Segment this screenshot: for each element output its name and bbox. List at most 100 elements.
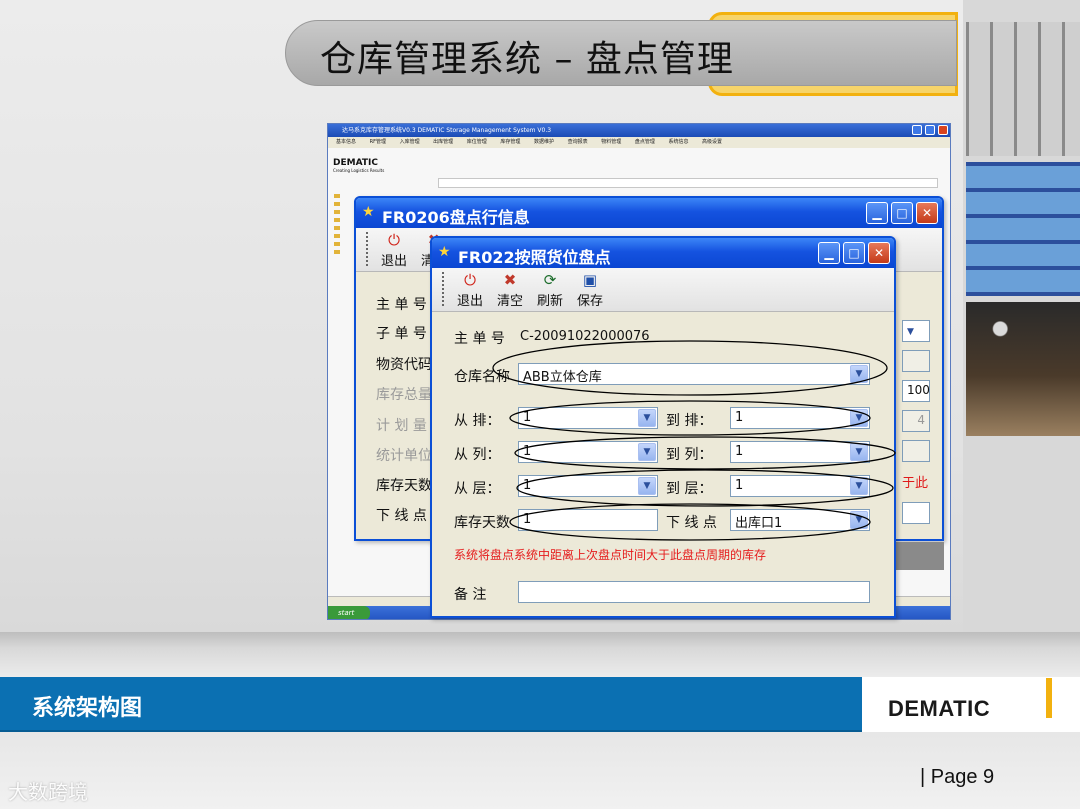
menu-item[interactable]: 基本信息 bbox=[336, 139, 356, 145]
chevron-down-icon: ▼ bbox=[907, 327, 914, 337]
label-unit: 统计单位 bbox=[376, 448, 432, 464]
menu-item[interactable]: RF管理 bbox=[370, 139, 386, 145]
toolbar-grip bbox=[442, 272, 444, 306]
label-from-col: 从 列： bbox=[454, 447, 501, 463]
exit-button[interactable]: ⏻ 退出 bbox=[374, 228, 414, 269]
folder-icon[interactable] bbox=[334, 210, 340, 214]
to-col-value: 1 bbox=[735, 444, 744, 459]
menu-item[interactable]: 库存管理 bbox=[500, 139, 520, 145]
close-icon[interactable]: ✕ bbox=[916, 202, 938, 224]
close-icon[interactable]: ✕ bbox=[868, 242, 890, 264]
folder-icon[interactable] bbox=[334, 242, 340, 246]
to-row-value: 1 bbox=[735, 410, 744, 425]
fr022-window: ★ FR022按照货位盘点 ▁ □ ✕ ⏻ 退出 ✖ 清空 ⟳ 刷新 ▣ 保存 … bbox=[430, 236, 896, 618]
nav-tree[interactable] bbox=[330, 190, 354, 610]
fr0206-window-controls: ▁ □ ✕ bbox=[866, 202, 938, 224]
fr022-toolbar: ⏻ 退出 ✖ 清空 ⟳ 刷新 ▣ 保存 bbox=[432, 268, 894, 312]
to-layer-select[interactable]: 1 ▼ bbox=[730, 475, 870, 497]
maximize-icon[interactable]: □ bbox=[843, 242, 865, 264]
stock-total-field: 100 bbox=[902, 380, 930, 402]
warehouse-select[interactable]: ABB立体仓库 ▼ bbox=[518, 363, 870, 385]
from-row-select[interactable]: 1 ▼ bbox=[518, 407, 658, 429]
minimize-icon[interactable]: ▁ bbox=[818, 242, 840, 264]
remark-input[interactable] bbox=[518, 581, 870, 603]
menu-item[interactable]: 出库管理 bbox=[433, 139, 453, 145]
warehouse-value: ABB立体仓库 bbox=[523, 370, 602, 385]
exit-button[interactable]: ⏻ 退出 bbox=[450, 268, 490, 309]
menu-item[interactable]: 查询报表 bbox=[568, 139, 588, 145]
plan-qty-field[interactable]: 4 bbox=[902, 410, 930, 432]
label-from-layer: 从 层： bbox=[454, 481, 501, 497]
clear-button[interactable]: ✖ 清空 bbox=[490, 268, 530, 309]
label-main-no: 主 单 号 bbox=[454, 331, 505, 347]
offline-point-value: 出库口1 bbox=[735, 516, 783, 531]
folder-icon[interactable] bbox=[334, 234, 340, 238]
from-layer-select[interactable]: 1 ▼ bbox=[518, 475, 658, 497]
minimize-icon[interactable]: ▁ bbox=[866, 202, 888, 224]
warehouse-photo-hall bbox=[966, 302, 1080, 436]
save-label: 保存 bbox=[576, 294, 603, 309]
refresh-button[interactable]: ⟳ 刷新 bbox=[530, 268, 570, 309]
clear-icon: ✖ bbox=[503, 271, 517, 289]
app-star-icon: ★ bbox=[438, 244, 451, 260]
sub-no-dropdown[interactable]: ▼ bbox=[902, 320, 930, 342]
menu-item[interactable]: 物料管理 bbox=[601, 139, 621, 145]
maximize-icon[interactable]: □ bbox=[891, 202, 913, 224]
warehouse-photo-racks bbox=[966, 22, 1080, 156]
chevron-down-icon: ▼ bbox=[638, 443, 656, 461]
main-app-window-controls bbox=[911, 125, 948, 140]
fr022-window-controls: ▁ □ ✕ bbox=[818, 242, 890, 264]
minimize-icon[interactable] bbox=[912, 125, 923, 135]
label-stock-days: 库存天数 bbox=[376, 478, 432, 494]
chevron-down-icon: ▼ bbox=[850, 443, 868, 461]
from-row-value: 1 bbox=[523, 410, 532, 425]
app-logo-text: DEMATIC bbox=[333, 158, 378, 168]
menu-item[interactable]: 库位管理 bbox=[467, 139, 487, 145]
app-star-icon: ★ bbox=[362, 204, 375, 220]
chevron-down-icon: ▼ bbox=[850, 477, 868, 495]
start-button[interactable]: start bbox=[328, 606, 370, 619]
label-stock-days: 库存天数 bbox=[454, 515, 510, 531]
save-button[interactable]: ▣ 保存 bbox=[570, 268, 610, 309]
label-warehouse: 仓库名称 bbox=[454, 369, 510, 385]
slide-gloss-band bbox=[0, 632, 1080, 677]
chevron-down-icon: ▼ bbox=[850, 409, 868, 427]
material-code-field[interactable] bbox=[902, 350, 930, 372]
label-to-row: 到 排： bbox=[666, 413, 713, 429]
from-col-select[interactable]: 1 ▼ bbox=[518, 441, 658, 463]
unit-dropdown[interactable] bbox=[902, 440, 930, 462]
maximize-icon[interactable] bbox=[925, 125, 936, 135]
offline-point-select[interactable]: 出库口1 ▼ bbox=[730, 509, 870, 531]
period-notice: 系统将盘点系统中距离上次盘点时间大于此盘点周期的库存 bbox=[454, 548, 767, 562]
folder-icon[interactable] bbox=[334, 250, 340, 254]
folder-icon[interactable] bbox=[334, 194, 340, 198]
menu-item[interactable]: 系统信息 bbox=[668, 139, 688, 145]
menu-item[interactable]: 数据维护 bbox=[534, 139, 554, 145]
fr022-title: FR022按照货位盘点 bbox=[458, 248, 611, 267]
menu-item[interactable]: 高级设置 bbox=[702, 139, 722, 145]
to-row-select[interactable]: 1 ▼ bbox=[730, 407, 870, 429]
toolbar-grip bbox=[366, 232, 368, 266]
label-remark: 备 注 bbox=[454, 587, 487, 603]
folder-icon[interactable] bbox=[334, 218, 340, 222]
menu-item[interactable]: 入库管理 bbox=[400, 139, 420, 145]
chevron-down-icon: ▼ bbox=[638, 409, 656, 427]
exit-label: 退出 bbox=[456, 294, 483, 309]
refresh-label: 刷新 bbox=[536, 294, 563, 309]
menu-item[interactable]: 盘点管理 bbox=[635, 139, 655, 145]
chevron-down-icon: ▼ bbox=[638, 477, 656, 495]
chevron-down-icon: ▼ bbox=[850, 511, 868, 529]
stock-days-input[interactable]: 1 bbox=[518, 509, 658, 531]
fr0206-titlebar: ★ FR0206盘点行信息 ▁ □ ✕ bbox=[356, 198, 942, 228]
app-logo: DEMATIC Creating Logistics Results bbox=[333, 158, 384, 173]
close-icon[interactable] bbox=[938, 125, 948, 135]
to-col-select[interactable]: 1 ▼ bbox=[730, 441, 870, 463]
slide-title: 仓库管理系统 – 盘点管理 bbox=[320, 39, 734, 80]
exit-icon: ⏻ bbox=[388, 231, 400, 249]
offline-point-field[interactable] bbox=[902, 502, 930, 524]
folder-icon[interactable] bbox=[334, 226, 340, 230]
exit-icon: ⏻ bbox=[464, 271, 476, 289]
label-from-row: 从 排： bbox=[454, 413, 501, 429]
label-offline-point: 下 线 点 bbox=[666, 515, 717, 531]
folder-icon[interactable] bbox=[334, 202, 340, 206]
